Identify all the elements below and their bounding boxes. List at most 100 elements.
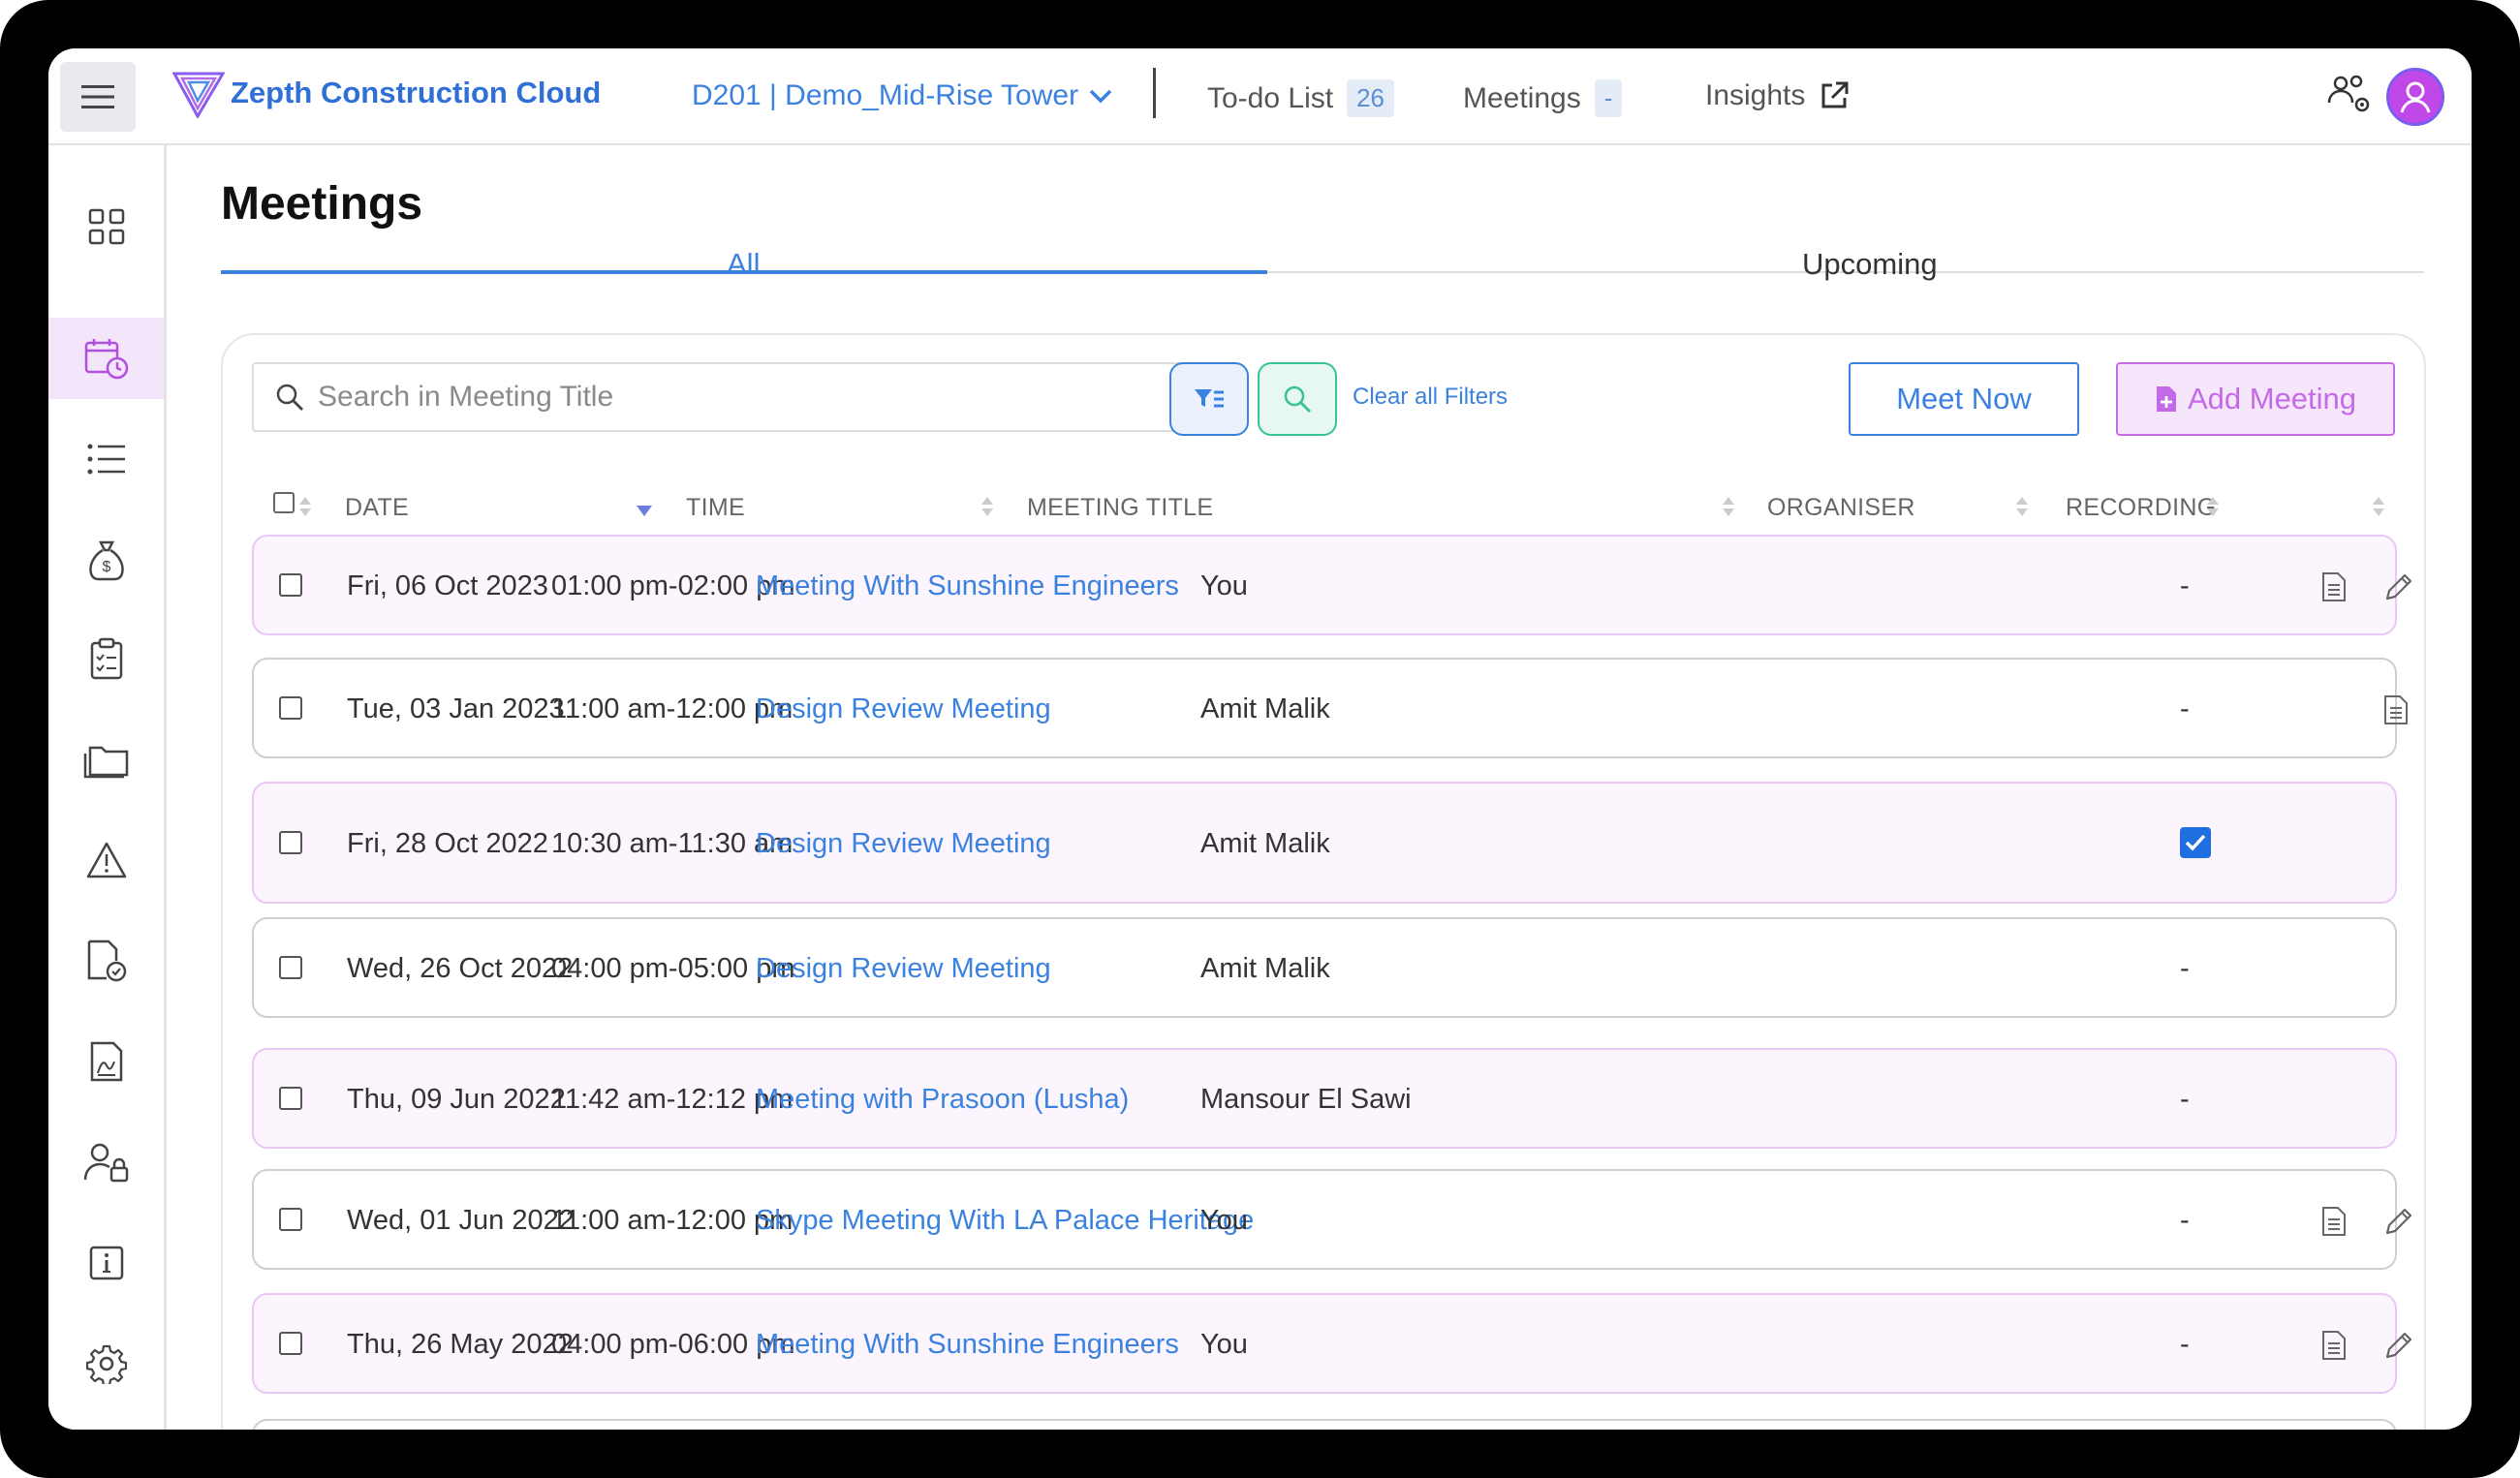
sidebar-item-issues[interactable] xyxy=(48,819,164,901)
search-input[interactable] xyxy=(318,381,1141,414)
sort-icon[interactable] xyxy=(2015,496,2029,517)
list-icon xyxy=(87,444,125,475)
team-settings-icon[interactable] xyxy=(2325,74,2374,116)
cell-meeting-title[interactable]: Skype Meeting With LA Palace Heritage xyxy=(756,1205,1254,1237)
nav-todo-label: To-do List xyxy=(1207,81,1334,114)
table-row[interactable]: Fri, 28 Oct 2022 10:30 am-11:30 am Design … xyxy=(252,782,2397,904)
sidebar-item-dashboard[interactable] xyxy=(48,186,164,267)
cell-recording: - xyxy=(2180,1205,2190,1236)
sidebar-item-list[interactable] xyxy=(48,418,164,500)
table-row[interactable]: Wed, 26 Oct 2022 04:00 pm-05:00 pm Design … xyxy=(252,917,2397,1018)
sort-icon[interactable] xyxy=(2206,496,2220,517)
cell-meeting-title[interactable]: Meeting With Sunshine Engineers xyxy=(756,570,1179,602)
divider xyxy=(1153,68,1156,118)
column-header-organiser[interactable]: ORGANISER xyxy=(1767,494,1915,522)
sort-icon[interactable] xyxy=(980,496,994,517)
row-checkbox[interactable] xyxy=(279,956,302,979)
sort-icon[interactable] xyxy=(1722,496,1735,517)
filter-button[interactable] xyxy=(1169,362,1249,436)
document-icon[interactable] xyxy=(2321,1330,2347,1361)
cell-recording: - xyxy=(2180,1084,2190,1115)
sort-icon[interactable] xyxy=(2372,496,2385,517)
row-checkbox[interactable] xyxy=(279,573,302,597)
cell-recording: - xyxy=(2180,693,2190,724)
nav-todo-list[interactable]: To-do List 26 xyxy=(1207,79,1394,117)
sidebar-item-permissions[interactable] xyxy=(48,1122,164,1203)
table-row[interactable]: Wed, 01 Jun 2022 11:00 am-12:00 pm Skype M… xyxy=(252,1169,2412,1270)
sort-icon[interactable] xyxy=(298,496,312,517)
search-box[interactable] xyxy=(252,362,1190,432)
tab-upcoming[interactable]: Upcoming xyxy=(1802,247,1938,282)
filter-icon xyxy=(1195,389,1224,408)
sidebar-item-approvals[interactable] xyxy=(48,920,164,1001)
row-checkbox[interactable] xyxy=(279,1208,302,1231)
sidebar: $ xyxy=(48,145,167,1430)
row-checkbox[interactable] xyxy=(279,1332,302,1355)
meet-now-button[interactable]: Meet Now xyxy=(1849,362,2079,436)
sidebar-item-info[interactable] xyxy=(48,1222,164,1304)
table-row[interactable]: Thu, 09 Jun 2022 11:42 am-12:12 pm Meeting… xyxy=(252,1048,2397,1149)
row-checkbox[interactable] xyxy=(279,831,302,854)
zepth-logo-icon[interactable] xyxy=(172,70,225,118)
select-all-checkbox[interactable] xyxy=(273,492,295,513)
cell-date: Wed, 26 Oct 2022 xyxy=(347,953,574,984)
calendar-clock-icon xyxy=(84,339,128,380)
top-bar: Zepth Construction Cloud D201 | Demo_Mid… xyxy=(48,48,2472,145)
apply-search-button[interactable] xyxy=(1258,362,1337,436)
document-icon[interactable] xyxy=(2383,694,2409,725)
sidebar-item-finance[interactable]: $ xyxy=(48,519,164,600)
user-avatar[interactable] xyxy=(2386,68,2444,126)
meetings-count-badge: - xyxy=(1594,79,1623,117)
document-icon[interactable] xyxy=(2321,1206,2347,1237)
edit-icon[interactable] xyxy=(2383,1330,2414,1361)
column-header-meeting-title[interactable]: MEETING TITLE xyxy=(1027,494,1213,522)
document-icon[interactable] xyxy=(2321,571,2347,602)
table-row[interactable]: Tue, 03 Jan 2023 11:00 am-12:00 pm Design … xyxy=(252,658,2408,758)
hamburger-icon xyxy=(81,85,114,108)
tab-all[interactable]: All xyxy=(727,247,760,282)
clear-filters-link[interactable]: Clear all Filters xyxy=(1353,384,1508,411)
menu-button[interactable] xyxy=(60,62,136,132)
edit-icon[interactable] xyxy=(2383,1206,2414,1237)
cell-organiser: You xyxy=(1200,570,1248,601)
add-meeting-button[interactable]: Add Meeting xyxy=(2116,362,2395,436)
edit-icon[interactable] xyxy=(2383,571,2414,602)
nav-insights-label: Insights xyxy=(1705,79,1806,111)
cell-meeting-title[interactable]: Design Review Meeting xyxy=(756,953,1051,985)
add-meeting-label: Add Meeting xyxy=(2187,382,2357,416)
recording-checkbox-checked[interactable] xyxy=(2179,826,2212,859)
column-header-time[interactable]: TIME xyxy=(686,494,745,522)
nav-meetings-label: Meetings xyxy=(1463,81,1581,114)
cell-date: Thu, 26 May 2022 xyxy=(347,1329,574,1360)
cell-meeting-title[interactable]: Design Review Meeting xyxy=(756,693,1051,725)
cell-meeting-title[interactable]: Meeting With Sunshine Engineers xyxy=(756,1329,1179,1361)
sidebar-item-meetings[interactable] xyxy=(48,318,164,399)
sort-descending-icon[interactable] xyxy=(636,504,653,517)
nav-insights[interactable]: Insights xyxy=(1705,79,1850,112)
column-header-date[interactable]: DATE xyxy=(345,494,409,522)
sidebar-item-settings[interactable] xyxy=(48,1323,164,1404)
dashboard-icon xyxy=(88,208,124,245)
app-screen: Zepth Construction Cloud D201 | Demo_Mid… xyxy=(48,48,2472,1430)
table-row[interactable]: Thu, 26 May 2022 04:00 pm-06:00 pm Meeting… xyxy=(252,1293,2412,1394)
sidebar-item-checklist[interactable] xyxy=(48,618,164,699)
cell-meeting-title[interactable]: Meeting with Prasoon (Lusha) xyxy=(756,1084,1129,1116)
cell-date: Fri, 28 Oct 2022 xyxy=(347,828,548,859)
table-row[interactable]: Fri, 06 Oct 2023 01:00 pm-02:00 pm Meeting… xyxy=(252,535,2412,635)
clipboard-checklist-icon xyxy=(90,637,122,680)
column-header-recording[interactable]: RECORDING xyxy=(2066,494,2216,522)
table-row[interactable] xyxy=(252,1419,2397,1430)
row-checkbox[interactable] xyxy=(279,696,302,720)
nav-meetings[interactable]: Meetings - xyxy=(1463,79,1623,117)
document-check-icon xyxy=(87,939,126,982)
cell-meeting-title[interactable]: Design Review Meeting xyxy=(756,828,1051,860)
cell-date: Wed, 01 Jun 2022 xyxy=(347,1205,575,1236)
sidebar-item-documents[interactable] xyxy=(48,719,164,800)
row-checkbox[interactable] xyxy=(279,1087,302,1110)
brand-name[interactable]: Zepth Construction Cloud xyxy=(231,76,601,110)
search-icon xyxy=(1284,385,1311,413)
file-plus-icon xyxy=(2156,386,2176,412)
sidebar-item-drawings[interactable] xyxy=(48,1021,164,1102)
project-selector[interactable]: D201 | Demo_Mid-Rise Tower xyxy=(692,79,1113,112)
money-bag-icon: $ xyxy=(88,540,124,581)
